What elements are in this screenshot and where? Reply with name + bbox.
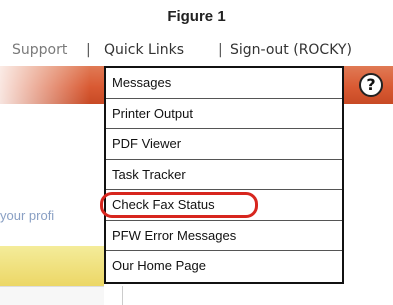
nav-link-quick-links[interactable]: Quick Links [104, 42, 184, 58]
nav-separator: | [218, 42, 223, 58]
menu-item-printer-output[interactable]: Printer Output [106, 99, 342, 129]
profile-text-fragment: your profi [0, 208, 55, 223]
figure-caption: Figure 1 [167, 8, 226, 25]
lower-panel-strip [0, 286, 104, 305]
quick-links-dropdown-menu: Messages Printer Output PDF Viewer Task … [104, 66, 344, 284]
menu-item-task-tracker[interactable]: Task Tracker [106, 160, 342, 190]
menu-item-pdf-viewer[interactable]: PDF Viewer [106, 129, 342, 160]
screenshot-stage: Figure 1 Support | Quick Links | Sign-ou… [0, 0, 393, 305]
menu-item-check-fax-status[interactable]: Check Fax Status [106, 190, 342, 221]
nav-link-sign-out[interactable]: Sign-out (ROCKY) [230, 42, 352, 58]
menu-item-our-home-page[interactable]: Our Home Page [106, 251, 342, 282]
menu-item-pfw-error-messages[interactable]: PFW Error Messages [106, 221, 342, 251]
help-icon[interactable]: ? [359, 73, 383, 97]
menu-item-messages[interactable]: Messages [106, 68, 342, 99]
top-navigation: Support | Quick Links | Sign-out (ROCKY) [0, 40, 393, 64]
header-band-fade [0, 66, 90, 104]
nav-separator: | [86, 42, 91, 58]
lower-divider [122, 286, 123, 305]
nav-link-support[interactable]: Support [12, 42, 67, 58]
yellow-panel-bar [0, 246, 104, 286]
